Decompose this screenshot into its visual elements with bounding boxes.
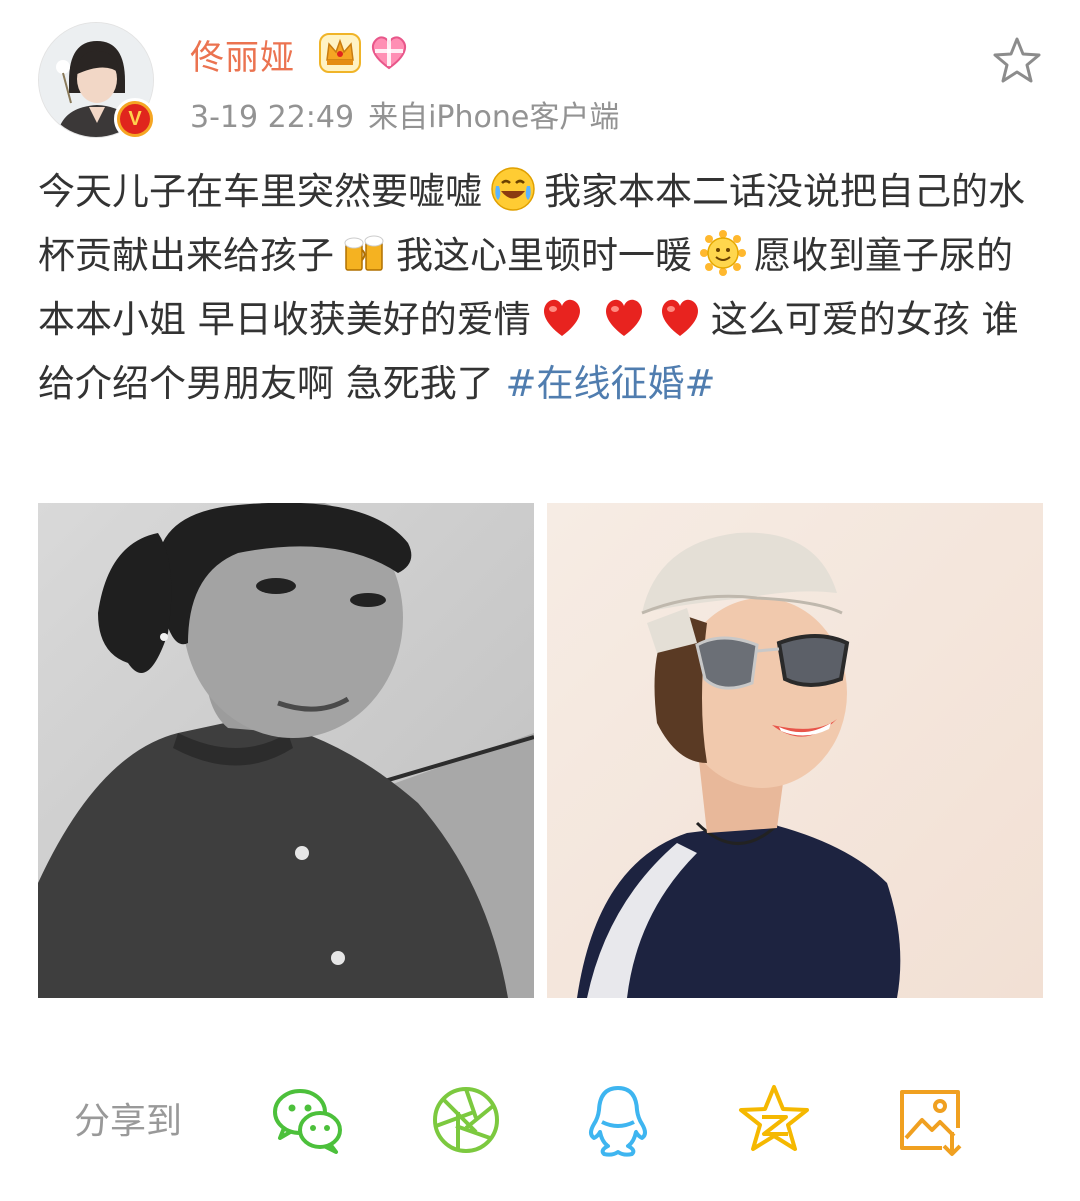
qq-icon[interactable] xyxy=(580,1082,656,1158)
red-heart-icon xyxy=(657,294,703,340)
author-name[interactable]: 佟丽娅 xyxy=(190,30,295,79)
hashtag-link[interactable]: #在线征婚# xyxy=(506,362,716,405)
post-source: 来自iPhone客户端 xyxy=(368,100,620,135)
beer-icon xyxy=(342,230,388,276)
save-image-icon[interactable] xyxy=(892,1082,968,1158)
heart-gift-icon xyxy=(371,36,407,70)
moments-icon[interactable] xyxy=(428,1082,504,1158)
wechat-icon[interactable] xyxy=(270,1082,346,1158)
post-text: 今天儿子在车里突然要嘘嘘 我家本本二话没说把自己的水杯贡献出来给孩子 我这心里顿时一… xyxy=(38,160,1048,416)
verified-badge-icon: V xyxy=(114,98,156,140)
sun-smile-icon xyxy=(700,230,746,276)
share-label: 分享到 xyxy=(74,1101,183,1142)
post-photo-2[interactable] xyxy=(547,503,1043,998)
laugh-cry-icon xyxy=(490,166,536,212)
post-header: V 佟丽娅 3-19 22:49 来自iPhone客户端 xyxy=(0,0,1080,150)
red-heart-icon xyxy=(601,294,647,340)
text-segment: 我这心里顿时一暖 xyxy=(396,234,692,277)
text-segment: 今天儿子在车里突然要嘘嘘 xyxy=(38,170,482,213)
qzone-icon[interactable] xyxy=(736,1082,812,1158)
crown-icon xyxy=(319,33,361,73)
post-meta: 3-19 22:49 来自iPhone客户端 xyxy=(190,92,619,136)
share-bar: 分享到 xyxy=(0,1060,1080,1180)
timestamp: 3-19 22:49 xyxy=(190,100,355,135)
red-heart-icon xyxy=(539,294,585,340)
post-photo-1[interactable] xyxy=(38,503,534,998)
favorite-star-icon[interactable] xyxy=(990,34,1044,88)
